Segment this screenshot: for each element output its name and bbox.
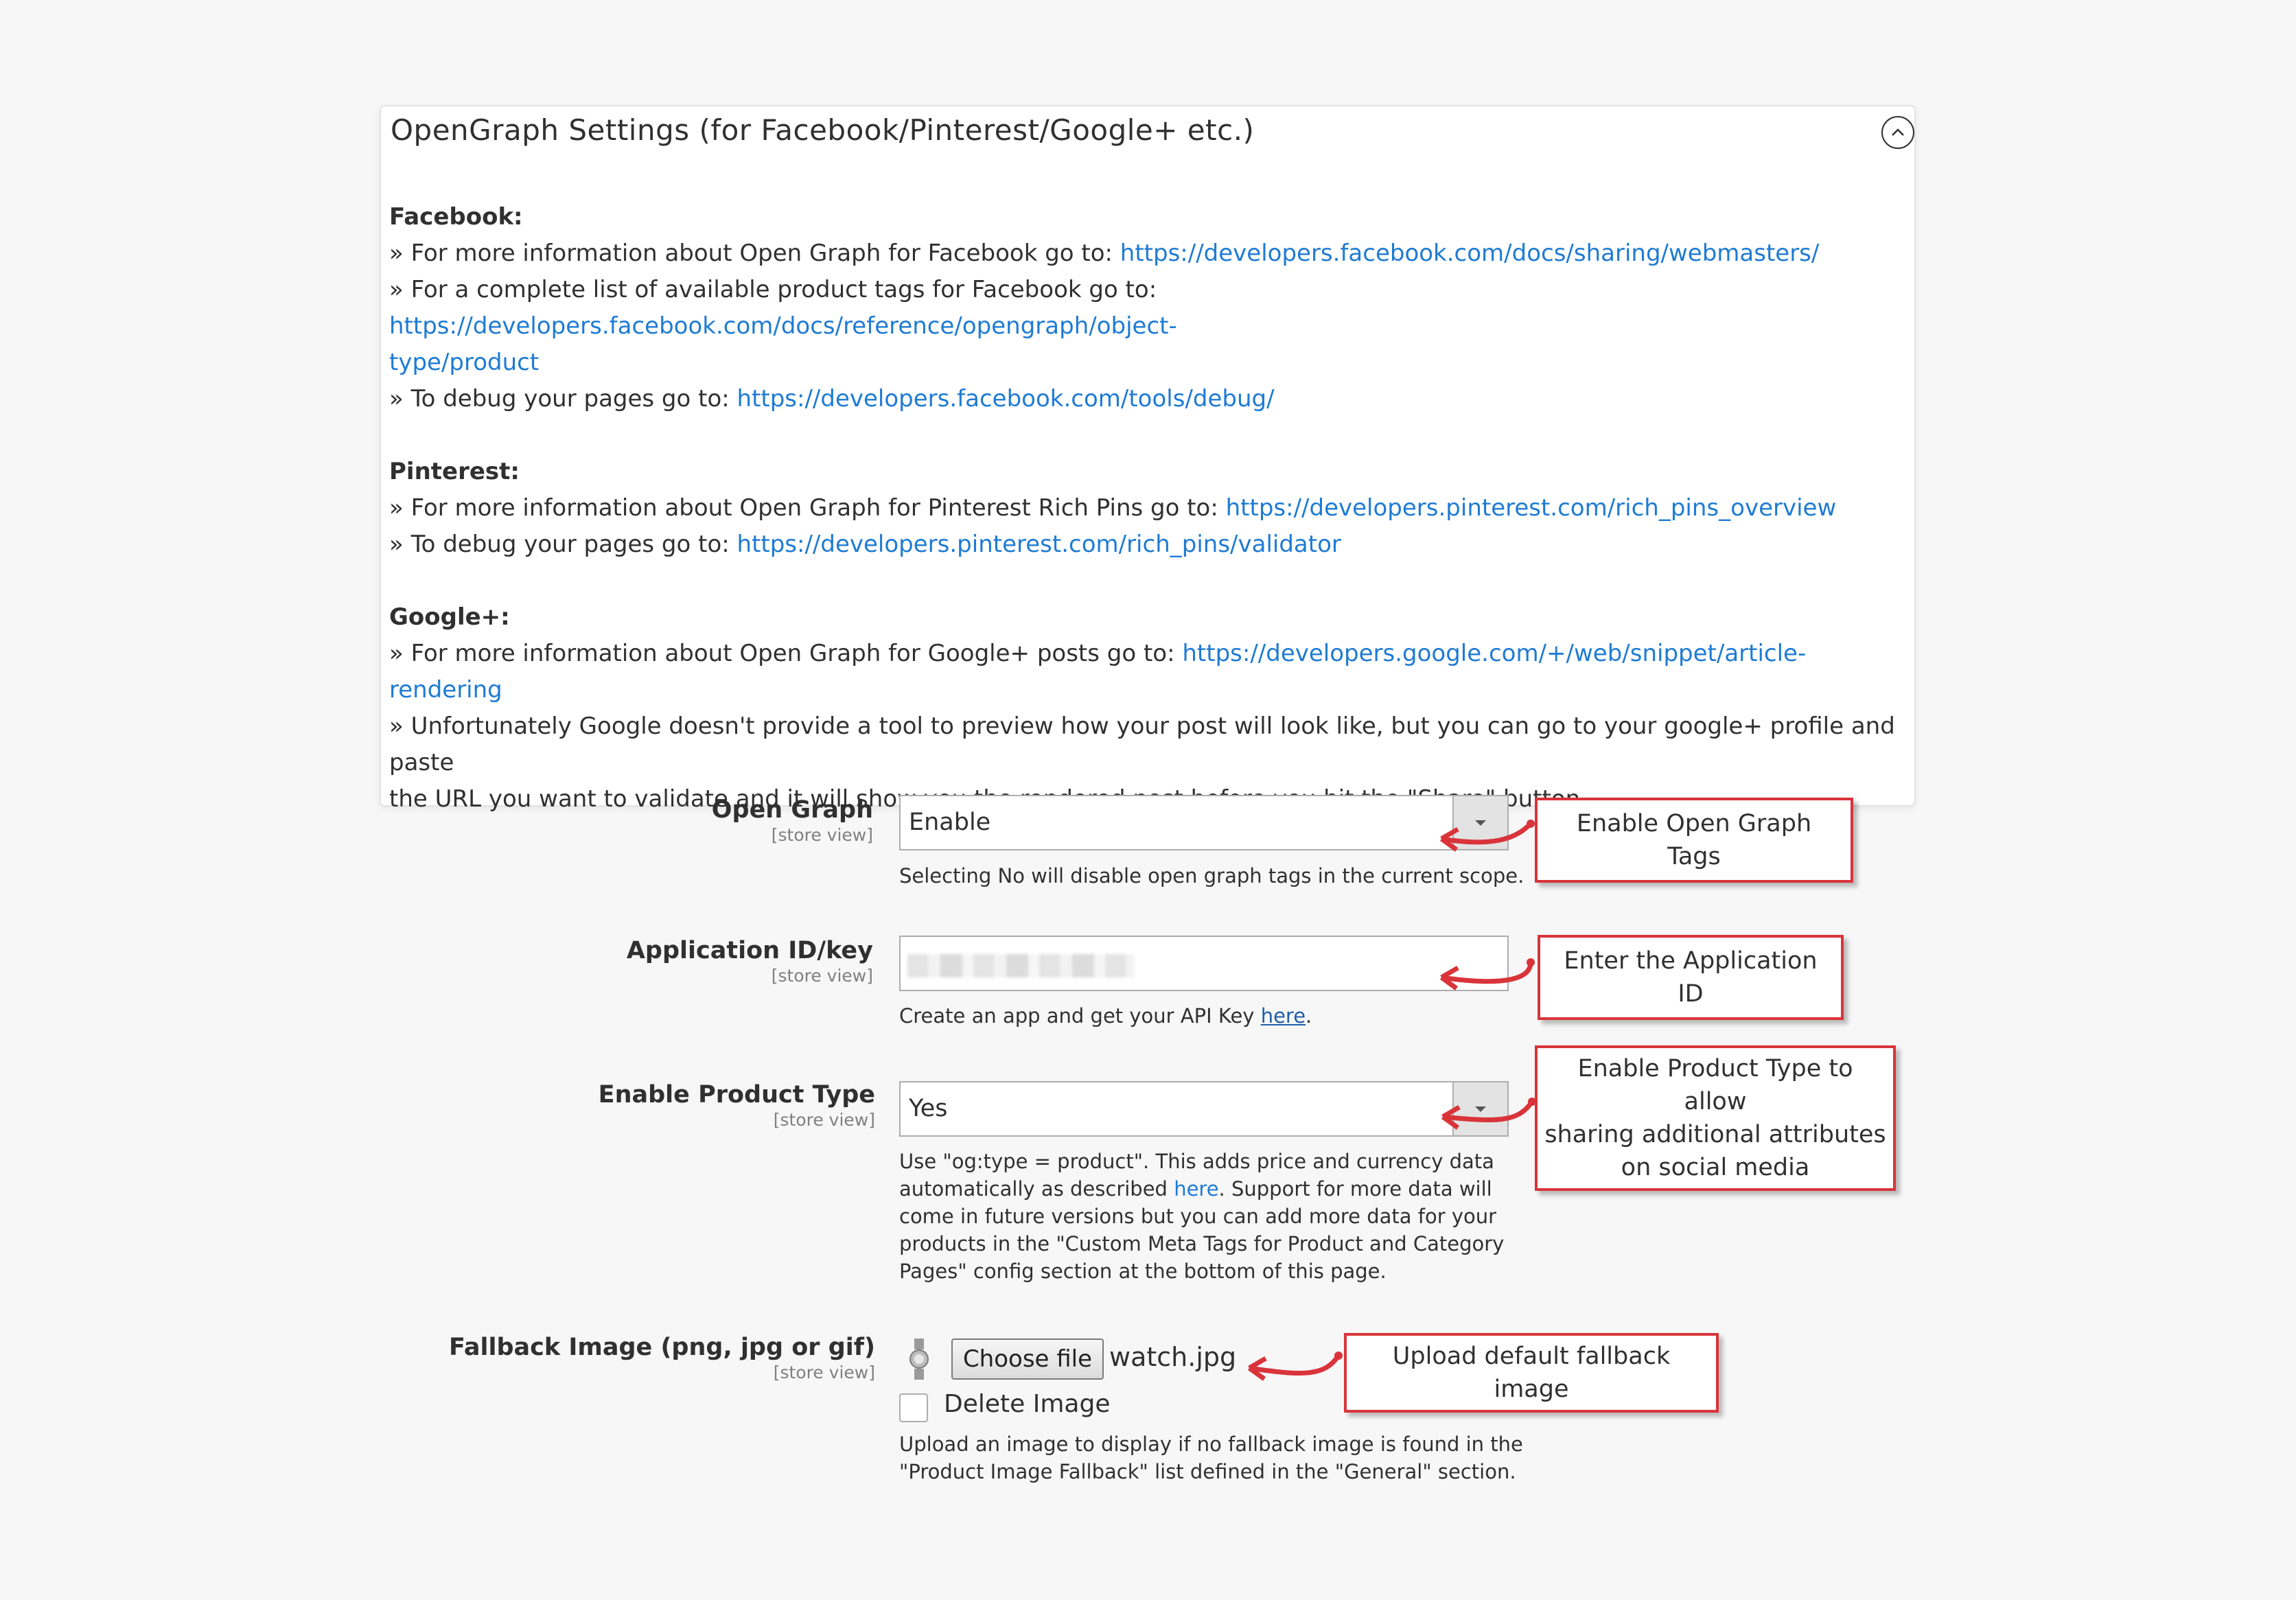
callout-arrow-icon	[1439, 958, 1535, 990]
callout-fallback-image: Upload default fallback image	[1344, 1333, 1719, 1413]
facebook-info-line-2: » For a complete list of available produ…	[389, 276, 1177, 340]
fallback-image-note: Upload an image to display if no fallbac…	[899, 1433, 1523, 1483]
callout-app-id: Enter the Application ID	[1538, 935, 1844, 1020]
pinterest-rich-pins-link[interactable]: https://developers.pinterest.com/rich_pi…	[1226, 494, 1837, 522]
facebook-object-type-link-cont[interactable]: type/product	[389, 349, 539, 376]
facebook-heading: Facebook:	[389, 203, 523, 231]
redacted-value	[907, 954, 1134, 977]
callout-arrow-icon	[1439, 820, 1535, 852]
google-heading: Google+:	[389, 603, 510, 631]
delete-image-checkbox[interactable]	[899, 1393, 928, 1422]
product-type-note: Use "og:type = product". This adds price…	[899, 1150, 1505, 1283]
app-id-note: Create an app and get your API Key here.	[899, 1004, 1312, 1028]
facebook-debug-link[interactable]: https://developers.facebook.com/tools/de…	[737, 385, 1275, 413]
app-id-input[interactable]	[899, 936, 1509, 991]
product-type-here-link[interactable]: here	[1174, 1177, 1218, 1201]
app-id-scope: [store view]	[771, 966, 873, 986]
watch-thumbnail-icon	[909, 1338, 929, 1380]
facebook-object-type-link[interactable]: https://developers.facebook.com/docs/ref…	[389, 312, 1177, 340]
choose-file-button[interactable]: Choose file	[951, 1338, 1104, 1380]
facebook-info-line-1: » For more information about Open Graph …	[389, 240, 1820, 267]
callout-arrow-icon	[1247, 1352, 1343, 1381]
facebook-info-line-3: » To debug your pages go to: https://dev…	[389, 385, 1275, 413]
fallback-image-scope: [store view]	[773, 1363, 875, 1382]
pinterest-validator-link[interactable]: https://developers.pinterest.com/rich_pi…	[737, 531, 1341, 558]
info-section: Facebook: » For more information about O…	[389, 199, 1899, 818]
open-graph-note: Selecting No will disable open graph tag…	[899, 864, 1524, 888]
delete-image-label[interactable]: Delete Image	[944, 1390, 1110, 1418]
product-type-select[interactable]: Yes	[899, 1081, 1509, 1137]
open-graph-scope: [store view]	[771, 825, 873, 845]
fallback-image-label: Fallback Image (png, jpg or gif) [store …	[395, 1334, 875, 1382]
facebook-webmasters-link[interactable]: https://developers.facebook.com/docs/sha…	[1120, 240, 1820, 267]
open-graph-label: Open Graph [store view]	[393, 796, 873, 845]
product-type-label: Enable Product Type [store view]	[395, 1081, 875, 1130]
pinterest-info-line-2: » To debug your pages go to: https://dev…	[389, 531, 1341, 558]
google-info-line-1: » For more information about Open Graph …	[389, 640, 1807, 704]
pinterest-heading: Pinterest:	[389, 458, 520, 485]
callout-open-graph: Enable Open Graph Tags	[1535, 798, 1853, 883]
file-name: watch.jpg	[1109, 1342, 1237, 1372]
product-type-scope: [store view]	[773, 1110, 875, 1130]
callout-arrow-icon	[1441, 1098, 1536, 1130]
panel-title: OpenGraph Settings (for Facebook/Pintere…	[391, 113, 1255, 147]
api-key-here-link[interactable]: here	[1261, 1004, 1306, 1028]
open-graph-select[interactable]: Enable	[899, 795, 1509, 850]
callout-product-type: Enable Product Type to allow sharing add…	[1535, 1045, 1896, 1191]
facebook-info-line-2-cont: type/product	[389, 345, 1899, 381]
app-id-label: Application ID/key [store view]	[393, 937, 873, 986]
google-info-line-2: » Unfortunately Google doesn't provide a…	[389, 712, 1895, 776]
pinterest-info-line-1: » For more information about Open Graph …	[389, 494, 1837, 522]
chevron-up-circle-icon[interactable]	[1881, 116, 1914, 149]
